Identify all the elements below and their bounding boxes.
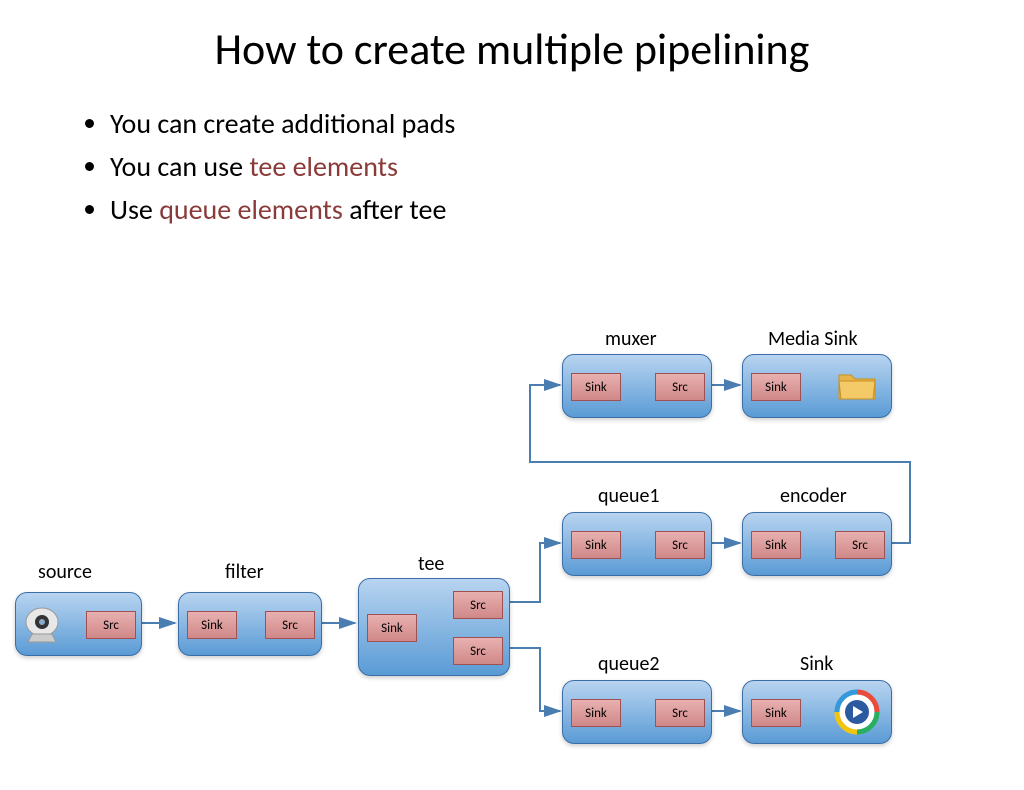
queue1-label: queue1: [598, 484, 660, 508]
tee-src2-pad: Src: [453, 637, 503, 665]
queue1-src-pad: Src: [655, 531, 705, 559]
tee-src1-pad: Src: [453, 591, 503, 619]
tee-node: Sink Src Src: [358, 578, 510, 676]
encoder-sink-pad: Sink: [751, 531, 801, 559]
queue1-sink-pad: Sink: [571, 531, 621, 559]
tee-sink-pad: Sink: [367, 614, 417, 642]
folder-icon: [837, 369, 877, 401]
bullet-1: You can create additional pads: [110, 106, 1024, 141]
filter-node: Sink Src: [178, 592, 322, 656]
muxer-label: muxer: [605, 327, 657, 351]
mediasink-node: Sink: [742, 354, 892, 418]
sink-label: Sink: [800, 652, 833, 676]
mediasink-label: Media Sink: [768, 327, 858, 351]
bullet-2: You can use tee elements: [110, 149, 1024, 184]
source-src-pad: Src: [86, 611, 136, 639]
sink-sink-pad: Sink: [751, 699, 801, 727]
queue2-node: Sink Src: [562, 680, 712, 744]
muxer-sink-pad: Sink: [571, 373, 621, 401]
queue2-label: queue2: [598, 652, 660, 676]
muxer-node: Sink Src: [562, 354, 712, 418]
bullet-list: You can create additional pads You can u…: [70, 106, 1024, 227]
sink-node: Sink: [742, 680, 892, 744]
source-node: Src: [15, 592, 142, 656]
queue2-sink-pad: Sink: [571, 699, 621, 727]
slide-title: How to create multiple pipelining: [0, 22, 1024, 76]
filter-sink-pad: Sink: [187, 611, 237, 639]
webcam-icon: [22, 604, 70, 644]
tee-label: tee: [418, 552, 444, 576]
source-label: source: [38, 560, 92, 584]
queue2-src-pad: Src: [655, 699, 705, 727]
filter-src-pad: Src: [265, 611, 315, 639]
filter-label: filter: [225, 560, 264, 584]
encoder-label: encoder: [780, 484, 847, 508]
queue1-node: Sink Src: [562, 512, 712, 576]
media-player-icon: [833, 688, 881, 736]
bullet-3: Use queue elements after tee: [110, 192, 1024, 227]
encoder-src-pad: Src: [835, 531, 885, 559]
mediasink-sink-pad: Sink: [751, 373, 801, 401]
muxer-src-pad: Src: [655, 373, 705, 401]
encoder-node: Sink Src: [742, 512, 892, 576]
